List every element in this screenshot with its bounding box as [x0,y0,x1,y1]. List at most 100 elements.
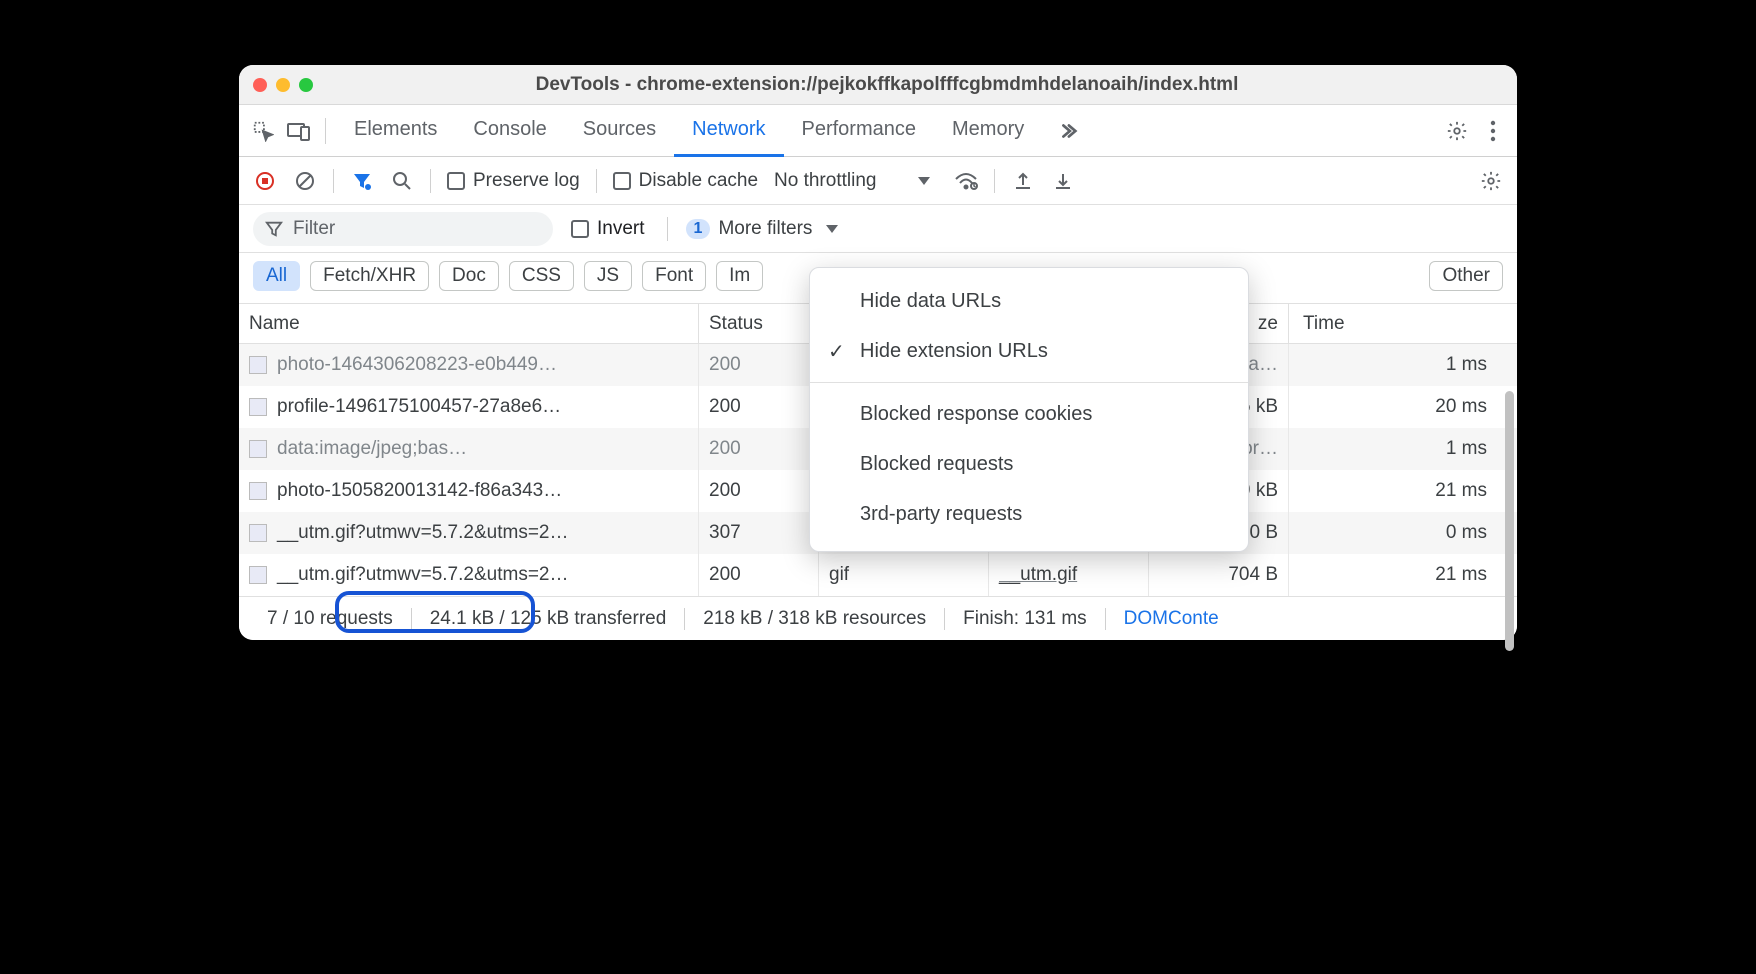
menu-item--rd-party-requests[interactable]: 3rd-party requests [810,489,1248,539]
menu-item-hide-data-urls[interactable]: Hide data URLs [810,276,1248,326]
request-status: 200 [699,428,819,470]
file-icon [249,524,267,542]
more-filters-count: 1 [686,219,711,239]
chip-fetchxhr[interactable]: Fetch/XHR [310,261,429,291]
status-finish: Finish: 131 ms [945,608,1106,630]
network-settings-gear-icon[interactable] [1475,165,1507,197]
chip-css[interactable]: CSS [509,261,574,291]
tab-console[interactable]: Console [455,105,564,157]
request-status: 307 [699,512,819,554]
request-type: gif [819,554,989,596]
minimize-window-button[interactable] [276,78,290,92]
request-time: 1 ms [1289,344,1517,386]
menu-item-hide-extension-urls[interactable]: Hide extension URLs [810,326,1248,376]
request-time: 0 ms [1289,512,1517,554]
search-icon[interactable] [386,165,418,197]
file-icon [249,440,267,458]
status-domcontent: DOMConte [1106,608,1237,630]
tab-sources[interactable]: Sources [565,105,674,157]
tab-memory[interactable]: Memory [934,105,1042,157]
status-bar: 7 / 10 requests 24.1 kB / 125 kB transfe… [239,596,1517,640]
request-size: 704 B [1149,554,1289,596]
request-time: 20 ms [1289,386,1517,428]
chip-other[interactable]: Other [1429,261,1503,291]
funnel-icon [265,220,283,238]
throttling-label: No throttling [774,170,876,192]
status-transferred: 24.1 kB / 125 kB transferred [412,608,686,630]
disable-cache-checkbox[interactable]: Disable cache [609,170,762,192]
menu-item-blocked-response-cookies[interactable]: Blocked response cookies [810,389,1248,439]
inspect-element-icon[interactable] [247,115,279,147]
request-name: __utm.gif?utmwv=5.7.2&utms=2… [277,564,568,586]
filter-funnel-icon[interactable] [346,165,378,197]
chip-font[interactable]: Font [642,261,706,291]
close-window-button[interactable] [253,78,267,92]
preserve-log-checkbox[interactable]: Preserve log [443,170,584,192]
devtools-tabs: ElementsConsoleSourcesNetworkPerformance… [239,105,1517,157]
table-row[interactable]: __utm.gif?utmwv=5.7.2&utms=2… 200gif__utm… [239,554,1517,596]
tab-elements[interactable]: Elements [336,105,455,157]
more-filters-menu: Hide data URLsHide extension URLs Blocked… [809,267,1249,552]
scrollbar-thumb[interactable] [1505,391,1514,651]
invert-label: Invert [597,218,645,240]
filter-input[interactable]: Filter [253,212,553,246]
zoom-window-button[interactable] [299,78,313,92]
network-conditions-icon[interactable] [950,165,982,197]
download-har-icon[interactable] [1047,165,1079,197]
request-time: 21 ms [1289,470,1517,512]
checkbox-icon [571,220,589,238]
caret-down-icon [826,225,838,233]
separator [333,169,334,193]
chip-im[interactable]: Im [716,261,763,291]
chip-all[interactable]: All [253,261,300,291]
request-status: 200 [699,386,819,428]
request-name: photo-1464306208223-e0b449… [277,354,557,376]
file-icon [249,482,267,500]
separator [325,118,326,144]
separator [994,169,995,193]
filter-placeholder: Filter [293,218,335,240]
throttling-select[interactable]: No throttling [770,170,934,192]
more-filters-dropdown[interactable]: 1 More filters [686,218,839,240]
more-tabs-icon[interactable] [1052,115,1084,147]
invert-checkbox[interactable]: Invert [567,218,649,240]
status-requests: 7 / 10 requests [249,608,412,630]
settings-gear-icon[interactable] [1441,115,1473,147]
request-name: data:image/jpeg;bas… [277,438,467,460]
file-icon [249,566,267,584]
filter-bar: Filter Invert 1 More filters [239,205,1517,253]
file-icon [249,398,267,416]
tab-network[interactable]: Network [674,105,783,157]
request-name: profile-1496175100457-27a8e6… [277,396,561,418]
window-controls [253,78,313,92]
request-time: 21 ms [1289,554,1517,596]
col-time[interactable]: Time [1289,304,1517,343]
request-status: 200 [699,344,819,386]
chip-doc[interactable]: Doc [439,261,499,291]
file-icon [249,356,267,374]
request-name: __utm.gif?utmwv=5.7.2&utms=2… [277,522,568,544]
menu-item-blocked-requests[interactable]: Blocked requests [810,439,1248,489]
record-button[interactable] [249,165,281,197]
clear-button[interactable] [289,165,321,197]
kebab-menu-icon[interactable] [1477,115,1509,147]
request-initiator: __utm.gif [989,554,1149,596]
request-name: photo-1505820013142-f86a343… [277,480,562,502]
col-status[interactable]: Status [699,304,819,343]
disable-cache-label: Disable cache [639,170,758,192]
request-status: 200 [699,470,819,512]
request-status: 200 [699,554,819,596]
separator [430,169,431,193]
caret-down-icon [918,177,930,185]
tab-performance[interactable]: Performance [784,105,935,157]
col-name[interactable]: Name [239,304,699,343]
device-toolbar-icon[interactable] [283,115,315,147]
request-time: 1 ms [1289,428,1517,470]
more-filters-label: More filters [718,218,812,240]
upload-har-icon[interactable] [1007,165,1039,197]
devtools-window: DevTools - chrome-extension://pejkokffka… [239,65,1517,640]
preserve-log-label: Preserve log [473,170,580,192]
chip-js[interactable]: JS [584,261,632,291]
separator [596,169,597,193]
status-resources: 218 kB / 318 kB resources [685,608,945,630]
